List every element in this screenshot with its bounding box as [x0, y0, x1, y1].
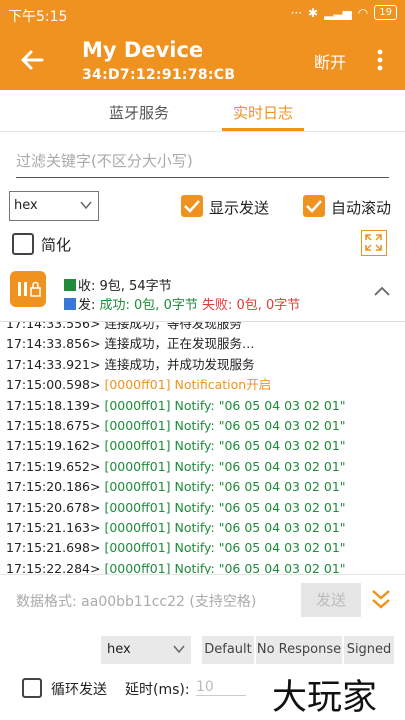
log-line: 17:15:19.162> [0000ff01] Notify: "06 05 … [6, 436, 401, 456]
log-timestamp: 17:15:21.698> [6, 540, 101, 556]
log-line: 17:15:00.598> [0000ff01] Notification开启 [6, 375, 401, 395]
log-line: 17:14:33.856> 连接成功，正在发现服务… [6, 334, 401, 354]
write-default-button[interactable]: Default [202, 636, 254, 664]
loop-send-checkbox[interactable] [22, 678, 42, 698]
log-timestamp: 17:14:33.921> [6, 356, 101, 372]
log-message: [0000ff01] Notify: "06 05 04 03 02 01" [104, 417, 346, 433]
fullscreen-button[interactable] [361, 230, 387, 256]
log-format-value: hex [14, 198, 38, 213]
log-line: 17:15:22.284> [0000ff01] Notify: "06 05 … [6, 559, 401, 574]
log-timestamp: 17:15:22.284> [6, 560, 101, 574]
log-line: 17:15:19.652> [0000ff01] Notify: "06 05 … [6, 457, 401, 477]
send-button[interactable]: 发送 [301, 583, 361, 617]
log-line: 17:15:21.698> [0000ff01] Notify: "06 05 … [6, 538, 401, 558]
send-color-icon [64, 298, 76, 310]
status-time: 下午5:15 [8, 9, 68, 25]
log-message: [0000ff01] Notification开启 [104, 377, 272, 393]
stats-panel: 收: 9包, 54字节 发: 成功: 0包, 0字节 失败: 0包, 0字节 [0, 266, 405, 322]
delay-label: 延时(ms): [125, 682, 190, 698]
simplify-label: 简化 [41, 236, 72, 254]
log-message: [0000ff01] Notify: "06 05 04 03 02 01" [104, 560, 346, 574]
chevron-up-icon[interactable] [373, 285, 391, 297]
recv-stats-text: 收: 9包, 54字节 [78, 279, 172, 294]
loop-send-label: 循环发送 [51, 682, 107, 698]
log-timestamp: 17:15:20.678> [6, 499, 101, 515]
disconnect-button[interactable]: 断开 [314, 49, 346, 73]
tab-bar: 蓝牙服务 实时日志 [0, 90, 405, 132]
show-send-label: 显示发送 [209, 199, 270, 217]
write-signed-button[interactable]: Signed [344, 636, 394, 664]
log-format-select[interactable]: hex [9, 191, 99, 221]
log-timestamp: 17:15:21.163> [6, 519, 101, 535]
log-message: [0000ff01] Notify: "06 05 04 03 02 01" [104, 519, 346, 535]
auto-scroll-label: 自动滚动 [331, 199, 392, 217]
log-timestamp: 17:14:33.856> [6, 336, 101, 352]
watermark-logo: 大玩家 [272, 678, 378, 718]
tab-realtime-log[interactable]: 实时日志 [233, 102, 293, 123]
system-icons: ··· ✱ ▂▃▅ ◠ 19 [291, 5, 397, 20]
send-fail-text: 失败: 0包, 0字节 [201, 298, 301, 313]
log-timestamp: 17:15:19.162> [6, 438, 101, 454]
log-timestamp: 17:15:00.598> [6, 377, 101, 393]
check-icon [184, 200, 200, 213]
data-input[interactable]: 数据格式: aa00bb11cc22 (支持空格) [16, 591, 256, 611]
recv-color-icon [64, 279, 76, 291]
wifi-icon: ◠ [357, 5, 369, 20]
filter-input[interactable]: 过滤关键字(不区分大小写) [16, 150, 389, 178]
log-message: 连接成功，正在发现服务… [104, 336, 255, 352]
send-success-text: 成功: 0包, 0字节 [99, 298, 198, 313]
chevron-down-icon [80, 201, 92, 210]
log-message: [0000ff01] Notify: "06 05 04 03 02 01" [104, 458, 346, 474]
double-chevron-down-icon[interactable] [370, 587, 392, 611]
log-line: 17:15:20.678> [0000ff01] Notify: "06 05 … [6, 498, 401, 518]
log-line: 17:15:20.186> [0000ff01] Notify: "06 05 … [6, 477, 401, 497]
write-no-response-button[interactable]: No Response [256, 636, 342, 664]
device-address: 34:D7:12:91:78:CB [82, 67, 236, 83]
send-format-value: hex [107, 642, 131, 657]
signal-icon: ▂▃▅ [324, 5, 352, 20]
log-message: [0000ff01] Notify: "06 05 04 03 02 01" [104, 479, 346, 495]
app-bar: My Device 34:D7:12:91:78:CB 断开 [0, 30, 405, 90]
pause-lock-icon [18, 281, 41, 297]
recv-stats: 收: 9包, 54字节 [64, 275, 172, 294]
simplify-checkbox[interactable] [12, 233, 34, 255]
log-message: [0000ff01] Notify: "06 05 04 03 02 01" [104, 499, 346, 515]
log-line: 17:15:18.675> [0000ff01] Notify: "06 05 … [6, 416, 401, 436]
stats-toggle-icon[interactable] [10, 271, 46, 307]
send-prefix: 发: [78, 298, 100, 313]
log-timestamp: 17:15:18.675> [6, 417, 101, 433]
expand-icon [365, 234, 382, 251]
log-line: 17:15:18.139> [0000ff01] Notify: "06 05 … [6, 396, 401, 416]
log-message: [0000ff01] Notify: "06 05 04 03 02 01" [104, 540, 346, 556]
show-send-checkbox[interactable] [181, 195, 203, 217]
log-message: [0000ff01] Notify: "06 05 04 03 02 01" [104, 397, 346, 413]
status-bar: 下午5:15 ··· ✱ ▂▃▅ ◠ 19 [0, 0, 405, 30]
send-panel: 数据格式: aa00bb11cc22 (支持空格) 发送 hex Default… [0, 574, 405, 720]
more-vert-icon[interactable] [372, 48, 388, 72]
send-stats: 发: 成功: 0包, 0字节 失败: 0包, 0字节 [64, 294, 300, 313]
auto-scroll-checkbox[interactable] [303, 195, 325, 217]
tab-bluetooth-services[interactable]: 蓝牙服务 [109, 102, 169, 123]
delay-input[interactable]: 10 [196, 679, 246, 696]
log-line: 17:15:21.163> [0000ff01] Notify: "06 05 … [6, 518, 401, 538]
log-list: 17:14:33.556> 连接成功，等待发现服务 17:14:33.856> … [6, 322, 401, 574]
log-message: 连接成功，并成功发现服务 [104, 356, 255, 372]
chevron-down-icon [173, 645, 185, 654]
back-arrow-icon[interactable] [18, 46, 46, 74]
tab-indicator [222, 128, 304, 131]
log-timestamp: 17:15:20.186> [6, 479, 101, 495]
log-panel[interactable]: 17:14:33.556> 连接成功，等待发现服务 17:14:33.856> … [0, 322, 405, 574]
battery-icon: 19 [374, 5, 397, 20]
more-dots-icon: ··· [290, 5, 303, 20]
device-title: My Device [82, 38, 204, 62]
log-message: [0000ff01] Notify: "06 05 04 03 02 01" [104, 438, 346, 454]
check-icon [306, 200, 322, 213]
log-line: 17:14:33.921> 连接成功，并成功发现服务 [6, 355, 401, 375]
log-timestamp: 17:15:19.652> [6, 458, 101, 474]
send-format-select[interactable]: hex [101, 636, 191, 664]
log-line-partial: 17:14:33.556> 连接成功，等待发现服务 [6, 322, 242, 331]
log-timestamp: 17:15:18.139> [6, 397, 101, 413]
bluetooth-icon: ✱ [308, 5, 319, 20]
